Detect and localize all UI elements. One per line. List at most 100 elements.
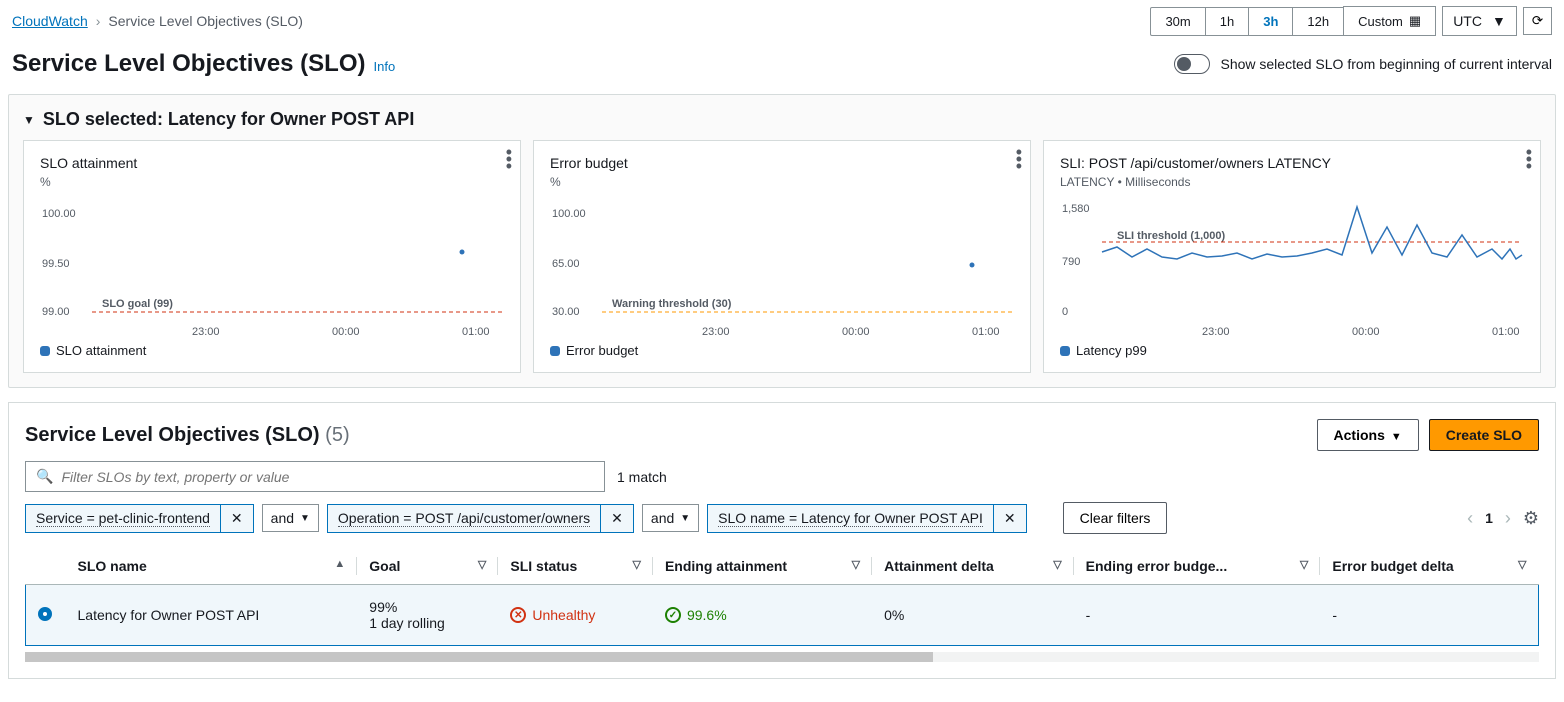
row-radio[interactable] — [38, 607, 52, 621]
create-slo-button[interactable]: Create SLO — [1429, 419, 1539, 451]
pagination: ‹ 1 › ⚙ — [1467, 508, 1539, 529]
chevron-right-icon: › — [96, 13, 101, 29]
check-icon: ✓ — [665, 607, 681, 623]
time-range-1h[interactable]: 1h — [1205, 7, 1249, 36]
col-ending-error-budget[interactable]: Ending error budge...▽ — [1074, 548, 1321, 585]
chevron-down-icon: ▼ — [300, 513, 310, 524]
cell-ending-error-budget: - — [1074, 585, 1321, 646]
svg-text:65.00: 65.00 — [552, 258, 580, 270]
warn-label: Warning threshold (30) — [612, 298, 732, 310]
chart-sub: LATENCY • Milliseconds — [1060, 175, 1524, 189]
refresh-icon: ⟳ — [1532, 13, 1543, 28]
table-row[interactable]: Latency for Owner POST API 99% 1 day rol… — [26, 585, 1539, 646]
search-input[interactable] — [61, 469, 594, 485]
search-input-wrapper[interactable]: 🔍 — [25, 461, 605, 492]
actions-button[interactable]: Actions▼ — [1317, 419, 1419, 451]
svg-text:23:00: 23:00 — [1202, 326, 1230, 337]
svg-text:1,580: 1,580 — [1062, 203, 1090, 215]
sort-icon: ▽ — [1518, 558, 1526, 571]
list-title: Service Level Objectives (SLO) (5) — [25, 424, 350, 447]
time-range-30m[interactable]: 30m — [1150, 7, 1205, 36]
svg-text:0: 0 — [1062, 306, 1068, 318]
svg-text:99.00: 99.00 — [42, 306, 70, 318]
filter-chip-remove[interactable]: ✕ — [220, 504, 254, 533]
selected-slo-header[interactable]: ▼ SLO selected: Latency for Owner POST A… — [23, 109, 1541, 130]
horizontal-scrollbar[interactable] — [25, 652, 1539, 662]
col-error-budget-delta[interactable]: Error budget delta▽ — [1320, 548, 1538, 585]
clear-filters-button[interactable]: Clear filters — [1063, 502, 1168, 534]
slo-list-panel: Service Level Objectives (SLO) (5) Actio… — [8, 402, 1556, 679]
filter-chip-service[interactable]: Service = pet-clinic-frontend — [25, 504, 220, 533]
sort-icon: ▽ — [852, 558, 860, 571]
chart-slo-attainment: ••• SLO attainment % 100.00 99.50 99.00 … — [23, 140, 521, 373]
goal-label: SLO goal (99) — [102, 298, 173, 310]
threshold-label: SLI threshold (1,000) — [1117, 230, 1226, 242]
filter-chip-remove[interactable]: ✕ — [600, 504, 634, 533]
page-number: 1 — [1485, 510, 1493, 526]
col-ending-attainment[interactable]: Ending attainment▽ — [653, 548, 872, 585]
selected-slo-panel: ▼ SLO selected: Latency for Owner POST A… — [8, 94, 1556, 388]
svg-text:01:00: 01:00 — [1492, 326, 1520, 337]
svg-text:00:00: 00:00 — [842, 326, 870, 337]
sort-icon: ▽ — [1300, 558, 1308, 571]
sort-asc-icon: ▲ — [334, 558, 345, 570]
timezone-select[interactable]: UTC ▼ — [1442, 6, 1517, 36]
chart-title: Error budget — [550, 155, 1014, 171]
chart-title: SLI: POST /api/customer/owners LATENCY — [1060, 155, 1524, 171]
toggle-label: Show selected SLO from beginning of curr… — [1220, 56, 1552, 72]
chart-legend: SLO attainment — [40, 343, 504, 358]
svg-text:23:00: 23:00 — [702, 326, 730, 337]
filter-chip-sloname[interactable]: SLO name = Latency for Owner POST API — [707, 504, 993, 533]
col-goal[interactable]: Goal▽ — [357, 548, 498, 585]
cell-attainment-delta: 0% — [872, 585, 1074, 646]
svg-text:23:00: 23:00 — [192, 326, 220, 337]
show-from-interval-toggle[interactable] — [1174, 54, 1210, 74]
svg-text:790: 790 — [1062, 256, 1080, 268]
svg-text:01:00: 01:00 — [462, 326, 490, 337]
svg-text:00:00: 00:00 — [1352, 326, 1380, 337]
refresh-button[interactable]: ⟳ — [1523, 7, 1552, 35]
chart-menu-button[interactable]: ••• — [1526, 149, 1532, 171]
svg-text:100.00: 100.00 — [552, 208, 586, 220]
legend-dot-icon — [1060, 346, 1070, 356]
close-icon: ✕ — [231, 510, 243, 527]
chart-menu-button[interactable]: ••• — [506, 149, 512, 171]
col-sli-status[interactable]: SLI status▽ — [498, 548, 653, 585]
col-slo-name[interactable]: SLO name▲ — [66, 548, 358, 585]
chart-menu-button[interactable]: ••• — [1016, 149, 1022, 171]
info-link[interactable]: Info — [374, 59, 396, 74]
col-attainment-delta[interactable]: Attainment delta▽ — [872, 548, 1074, 585]
gear-icon[interactable]: ⚙ — [1523, 508, 1539, 529]
sort-icon: ▽ — [1053, 558, 1061, 571]
time-range-controls: 30m 1h 3h 12h Custom ▦ UTC ▼ ⟳ — [1150, 6, 1552, 36]
close-icon: ✕ — [611, 510, 623, 527]
filter-chip-remove[interactable]: ✕ — [993, 504, 1027, 533]
page-next-button[interactable]: › — [1505, 508, 1511, 529]
breadcrumb-current: Service Level Objectives (SLO) — [108, 13, 303, 29]
chevron-down-icon: ▼ — [1492, 13, 1506, 29]
breadcrumb: CloudWatch › Service Level Objectives (S… — [12, 13, 303, 29]
filter-and-operator[interactable]: and▼ — [262, 504, 319, 532]
time-range-12h[interactable]: 12h — [1292, 7, 1344, 36]
calendar-icon: ▦ — [1409, 13, 1421, 29]
legend-dot-icon — [550, 346, 560, 356]
chevron-down-icon: ▼ — [1391, 431, 1402, 443]
page-prev-button[interactable]: ‹ — [1467, 508, 1473, 529]
cell-ending-attainment: ✓ 99.6% — [653, 585, 872, 646]
legend-dot-icon — [40, 346, 50, 356]
svg-text:00:00: 00:00 — [332, 326, 360, 337]
error-icon: ✕ — [510, 607, 526, 623]
svg-text:100.00: 100.00 — [42, 208, 76, 220]
chart-unit: % — [550, 175, 1014, 189]
caret-down-icon: ▼ — [23, 113, 35, 127]
chart-legend: Error budget — [550, 343, 1014, 358]
breadcrumb-root[interactable]: CloudWatch — [12, 13, 88, 29]
filter-and-operator[interactable]: and▼ — [642, 504, 699, 532]
page-title: Service Level Objectives (SLO) Info — [12, 50, 395, 78]
chart-unit: % — [40, 175, 504, 189]
filter-chip-operation[interactable]: Operation = POST /api/customer/owners — [327, 504, 600, 533]
time-range-custom[interactable]: Custom ▦ — [1343, 6, 1436, 36]
close-icon: ✕ — [1004, 510, 1016, 527]
time-range-3h[interactable]: 3h — [1248, 7, 1293, 36]
svg-text:30.00: 30.00 — [552, 306, 580, 318]
